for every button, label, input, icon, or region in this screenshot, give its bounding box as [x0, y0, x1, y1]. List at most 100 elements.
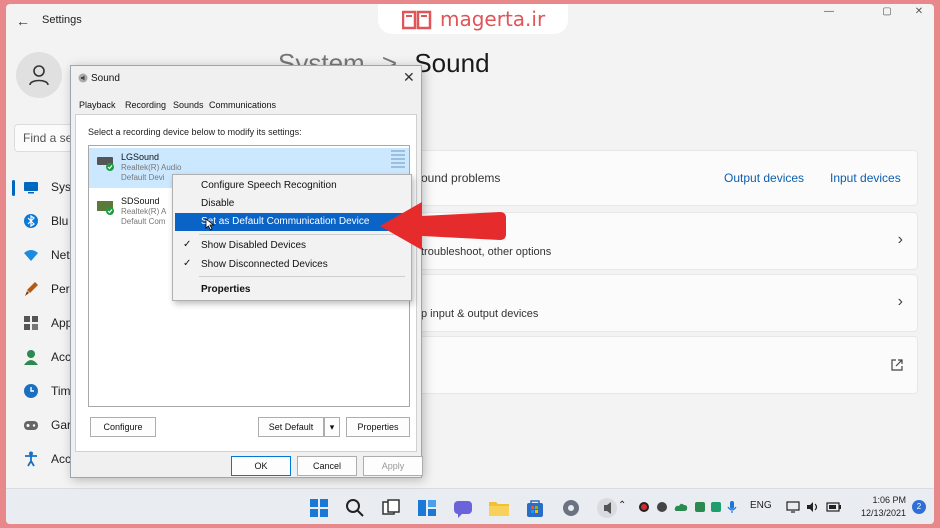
- accessibility-icon: [25, 451, 37, 467]
- input-devices-link[interactable]: Input devices: [830, 171, 901, 185]
- app-tray-icon[interactable]: [656, 501, 668, 513]
- menu-item-label: Show Disconnected Devices: [201, 259, 328, 270]
- troubleshoot-card: ound problems Output devices Input devic…: [406, 150, 918, 206]
- dialog-title: Sound: [91, 73, 120, 84]
- clock-icon: [24, 384, 38, 398]
- menu-item-show-disabled[interactable]: ✓ Show Disabled Devices: [175, 237, 409, 255]
- microphone-icon[interactable]: [726, 500, 738, 514]
- line-in-device-icon: [97, 201, 114, 215]
- sidebar-item-label: Net: [51, 248, 70, 262]
- microphone-device-icon: [97, 157, 114, 171]
- menu-item-configure-speech[interactable]: Configure Speech Recognition: [175, 177, 409, 195]
- menu-item-label: Disable: [201, 198, 235, 209]
- apps-icon: [24, 316, 38, 330]
- device-driver: Realtek(R) A: [121, 207, 167, 216]
- volume-mixer-card[interactable]: p input & output devices ›: [406, 274, 918, 332]
- context-menu: Configure Speech Recognition Disable Set…: [172, 174, 412, 301]
- menu-separator: [199, 276, 405, 277]
- device-status: Default Com: [121, 217, 166, 226]
- screen-frame: ← Settings — ▢ ✕ magerta.ir Find a se Sy…: [6, 4, 934, 524]
- set-default-dropdown-icon[interactable]: ▾: [324, 417, 340, 437]
- tab-recording[interactable]: Recording: [125, 100, 166, 110]
- troubleshoot-text: ound problems: [421, 171, 501, 185]
- task-view-icon[interactable]: [380, 497, 402, 519]
- cloud-tray-icon[interactable]: [674, 501, 688, 513]
- menu-separator: [199, 234, 405, 235]
- sidebar-item-label: Acc: [51, 350, 72, 364]
- monitor-icon: [24, 182, 38, 194]
- app2-tray-icon[interactable]: [710, 501, 722, 513]
- volume-icon[interactable]: [806, 501, 820, 513]
- teams-tray-icon[interactable]: [694, 501, 706, 513]
- checkmark-icon: ✓: [183, 258, 192, 269]
- widgets-icon[interactable]: [416, 497, 438, 519]
- settings-gear-icon[interactable]: [560, 497, 582, 519]
- sidebar-item-label: Tim: [51, 384, 71, 398]
- back-arrow-icon[interactable]: ←: [14, 12, 32, 30]
- store-icon[interactable]: [524, 497, 546, 519]
- menu-item-properties[interactable]: Properties: [175, 281, 409, 299]
- watermark-text: magerta.ir: [440, 7, 546, 31]
- avatar[interactable]: [16, 52, 62, 98]
- user-icon: [29, 65, 49, 86]
- book-logo-icon: [402, 10, 432, 30]
- clock[interactable]: 1:06 PM 12/13/2021: [858, 494, 906, 520]
- tab-sounds[interactable]: Sounds: [173, 100, 204, 110]
- maximize-button[interactable]: ▢: [872, 6, 902, 20]
- speaker-icon: [78, 73, 88, 83]
- set-default-button[interactable]: Set Default: [258, 417, 324, 437]
- checkmark-icon: ✓: [183, 239, 192, 250]
- card-subtext: p input & output devices: [421, 308, 539, 320]
- menu-item-label: Properties: [201, 284, 251, 295]
- sidebar-item-label: Gar: [51, 418, 72, 432]
- menu-item-disable[interactable]: Disable: [175, 195, 409, 213]
- apply-button[interactable]: Apply: [363, 456, 423, 476]
- chat-icon[interactable]: [452, 497, 474, 519]
- close-button[interactable]: ✕: [904, 6, 934, 20]
- device-driver: Realtek(R) Audio: [121, 163, 182, 172]
- output-devices-link[interactable]: Output devices: [724, 171, 804, 185]
- start-icon[interactable]: [308, 497, 330, 519]
- tab-playback[interactable]: Playback: [79, 100, 116, 110]
- chevron-up-icon[interactable]: ⌃: [618, 500, 626, 511]
- mouse-cursor-icon: [205, 218, 215, 231]
- scrollbar-thumb[interactable]: [391, 150, 405, 170]
- menu-item-label: Configure Speech Recognition: [201, 180, 337, 191]
- battery-icon[interactable]: [826, 501, 842, 513]
- menu-item-show-disconnected[interactable]: ✓ Show Disconnected Devices: [175, 256, 409, 274]
- tab-communications[interactable]: Communications: [209, 100, 276, 110]
- speaker-app-icon[interactable]: [596, 497, 618, 519]
- menu-item-label: Show Disabled Devices: [201, 240, 307, 251]
- minimize-button[interactable]: —: [814, 6, 844, 20]
- dialog-close-icon[interactable]: ✕: [403, 69, 415, 86]
- menu-item-label: Set as Default Communication Device: [201, 216, 370, 227]
- external-link-icon: [891, 359, 903, 371]
- cancel-button[interactable]: Cancel: [297, 456, 357, 476]
- sidebar-item-label: Sys: [51, 180, 72, 194]
- language-indicator[interactable]: ENG: [750, 500, 772, 511]
- network-icon[interactable]: [786, 501, 800, 513]
- chevron-right-icon: ›: [897, 293, 903, 310]
- menu-item-set-default-communication[interactable]: Set as Default Communication Device: [175, 213, 409, 231]
- bluetooth-icon: [24, 214, 38, 228]
- watermark: magerta.ir: [378, 4, 568, 34]
- gamepad-icon: [24, 421, 38, 430]
- person-icon: [24, 350, 38, 365]
- file-explorer-icon[interactable]: [488, 497, 510, 519]
- chevron-right-icon: ›: [897, 231, 903, 248]
- taskbar: ⌃ ENG 1:06 PM 12/13/2021 2: [6, 488, 934, 524]
- notification-badge[interactable]: 2: [912, 500, 926, 514]
- search-icon[interactable]: [344, 497, 366, 519]
- sidebar-item-label: Blu: [51, 214, 69, 228]
- sidebar-item-label: Acc: [51, 452, 72, 466]
- ok-button[interactable]: OK: [231, 456, 291, 476]
- configure-button[interactable]: Configure: [90, 417, 156, 437]
- properties-button[interactable]: Properties: [346, 417, 410, 437]
- instruction-text: Select a recording device below to modif…: [88, 127, 302, 137]
- more-sound-settings-card[interactable]: [406, 336, 918, 394]
- record-tray-icon[interactable]: [638, 501, 650, 513]
- active-indicator: [12, 180, 15, 196]
- page-title-text: Sound: [414, 48, 490, 78]
- device-name: LGSound: [121, 152, 160, 162]
- device-status: Default Devi: [121, 173, 165, 182]
